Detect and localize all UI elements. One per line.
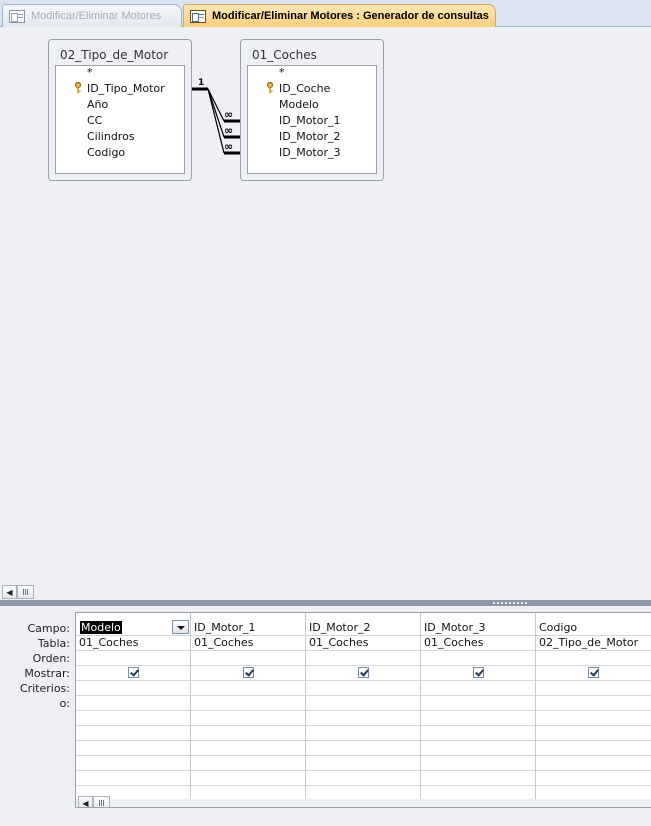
mostrar-checkbox-2[interactable]: [243, 667, 254, 678]
splitter-grip-icon: [493, 602, 527, 604]
scroll-thumb[interactable]: [93, 796, 110, 807]
row-label-mostrar: Mostrar:: [24, 667, 70, 680]
many-side-label: ∞: [224, 124, 233, 137]
many-side-label: ∞: [224, 108, 233, 121]
tabla-cell-4[interactable]: 01_Coches: [424, 636, 483, 649]
one-side-label: 1: [198, 78, 204, 88]
scroll-left-arrow-icon[interactable]: ◀: [2, 585, 17, 599]
mostrar-checkbox-4[interactable]: [473, 667, 484, 678]
join-line-motor-1[interactable]: [207, 88, 225, 122]
chevron-down-icon[interactable]: [172, 620, 189, 634]
design-pane-scrollbar[interactable]: ◀: [0, 585, 651, 599]
query-design-grid: Campo: Tabla: Orden: Mostrar: Criterios:…: [0, 606, 651, 826]
row-label-criterios: Criterios:: [19, 682, 70, 695]
campo-cell-1[interactable]: Modelo: [80, 621, 122, 634]
campo-cell-3[interactable]: ID_Motor_2: [309, 621, 371, 634]
tabla-cell-2[interactable]: 01_Coches: [194, 636, 253, 649]
row-label-campo: Campo:: [27, 622, 70, 635]
tab-label: Modificar/Eliminar Motores : Generador d…: [212, 10, 489, 22]
document-tab-strip: Modificar/Eliminar Motores Modificar/Eli…: [0, 0, 651, 27]
tab-query-designer[interactable]: Modificar/Eliminar Motores : Generador d…: [183, 4, 496, 27]
scroll-left-arrow-icon[interactable]: ◀: [78, 796, 93, 807]
tab-label: Modificar/Eliminar Motores: [31, 10, 162, 22]
row-label-orden: Orden:: [32, 652, 70, 665]
mostrar-checkbox-3[interactable]: [358, 667, 369, 678]
relationship-lines[interactable]: 1 ∞ ∞ ∞: [0, 27, 651, 227]
row-label-tabla: Tabla:: [37, 637, 70, 650]
mostrar-checkbox-5[interactable]: [588, 667, 599, 678]
grid-cells[interactable]: Modelo 01_Coches ID_Motor_1 01_Coches ID…: [75, 612, 651, 808]
mostrar-checkbox-1[interactable]: [128, 667, 139, 678]
table-design-pane[interactable]: 02_Tipo_de_Motor * ID_Tipo_Motor Año CC …: [0, 27, 651, 585]
join-line-motor-3[interactable]: [207, 88, 225, 154]
tabla-cell-5[interactable]: 02_Tipo_de_Motor: [539, 636, 638, 649]
grip-icon: [22, 589, 29, 595]
row-label-o: o:: [59, 697, 70, 710]
campo-cell-2[interactable]: ID_Motor_1: [194, 621, 256, 634]
campo-cell-5[interactable]: Codigo: [539, 621, 577, 634]
tab-modificar-eliminar-motores[interactable]: Modificar/Eliminar Motores: [2, 4, 182, 27]
form-icon: [9, 9, 25, 23]
campo-cell-4[interactable]: ID_Motor_3: [424, 621, 486, 634]
many-side-label: ∞: [224, 140, 233, 153]
tabla-cell-3[interactable]: 01_Coches: [309, 636, 368, 649]
scroll-thumb[interactable]: [17, 585, 34, 599]
grip-icon: [98, 800, 105, 806]
tabla-cell-1[interactable]: 01_Coches: [79, 636, 138, 649]
grid-scrollbar[interactable]: ◀: [76, 796, 651, 807]
query-design-icon: [190, 9, 206, 23]
